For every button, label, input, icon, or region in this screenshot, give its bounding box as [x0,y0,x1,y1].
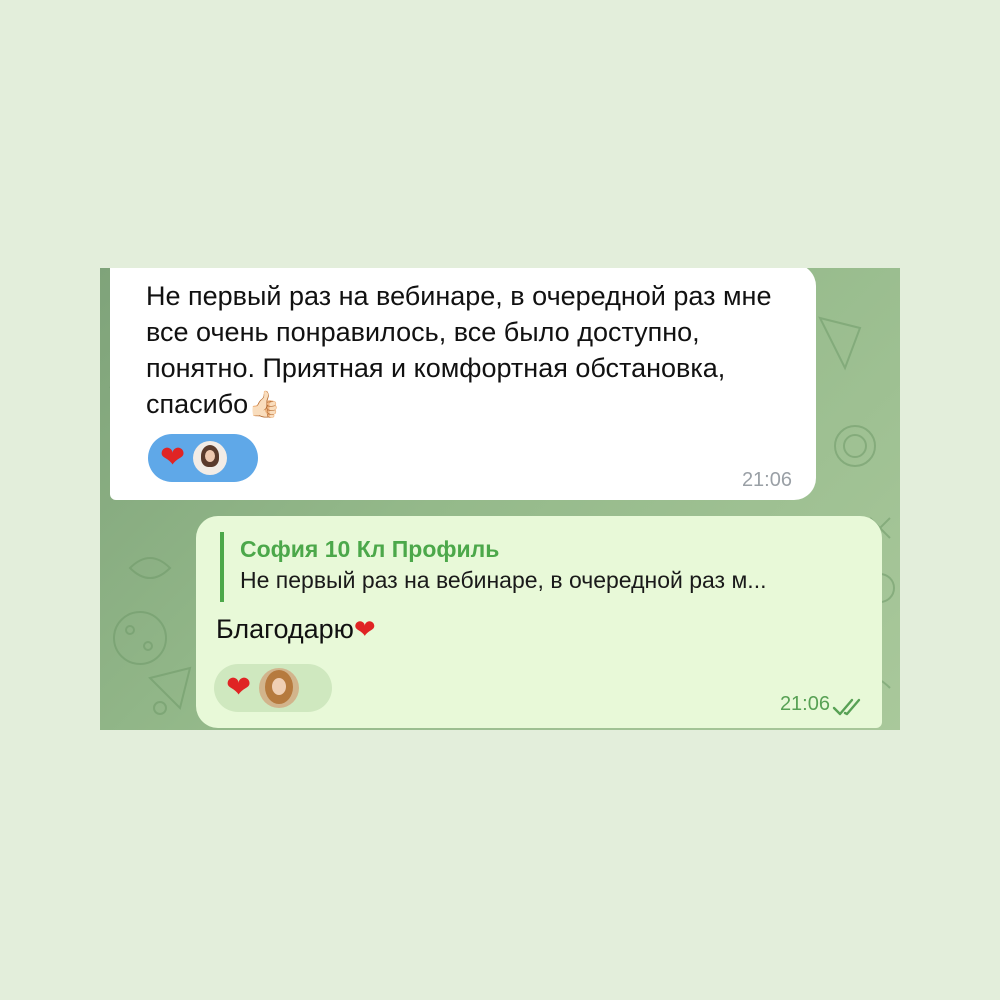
reply-preview: Не первый раз на вебинаре, в очередной р… [240,567,767,593]
reaction-pill[interactable]: ❤ [214,664,332,712]
outgoing-message-body: Благодарю [216,614,354,644]
thumbs-up-emoji: 👍🏻 [248,389,281,419]
heart-icon: ❤ [226,671,252,704]
outgoing-message-bubble[interactable]: София 10 Кл Профиль Не первый раз на веб… [196,516,882,728]
outgoing-message-text: Благодарю❤ [216,612,376,646]
heart-icon: ❤ [160,441,186,474]
reply-author: София 10 Кл Профиль [240,536,500,562]
reaction-pill[interactable]: ❤ [148,434,258,482]
message-timestamp: 21:06 [779,693,830,715]
incoming-message-body: Не первый раз на вебинаре, в очередной р… [146,281,772,419]
reply-quote[interactable]: София 10 Кл Профиль Не первый раз на веб… [220,532,870,602]
reactor-avatar [259,668,300,708]
incoming-message-text: Не первый раз на вебинаре, в очередной р… [146,278,806,422]
chat-area: Не первый раз на вебинаре, в очередной р… [100,268,900,730]
reactor-avatar [193,441,228,475]
message-timestamp: 21:06 [741,469,792,491]
incoming-message-bubble[interactable]: Не первый раз на вебинаре, в очередной р… [110,268,816,500]
heart-emoji: ❤ [353,614,376,644]
double-check-icon [832,698,861,716]
